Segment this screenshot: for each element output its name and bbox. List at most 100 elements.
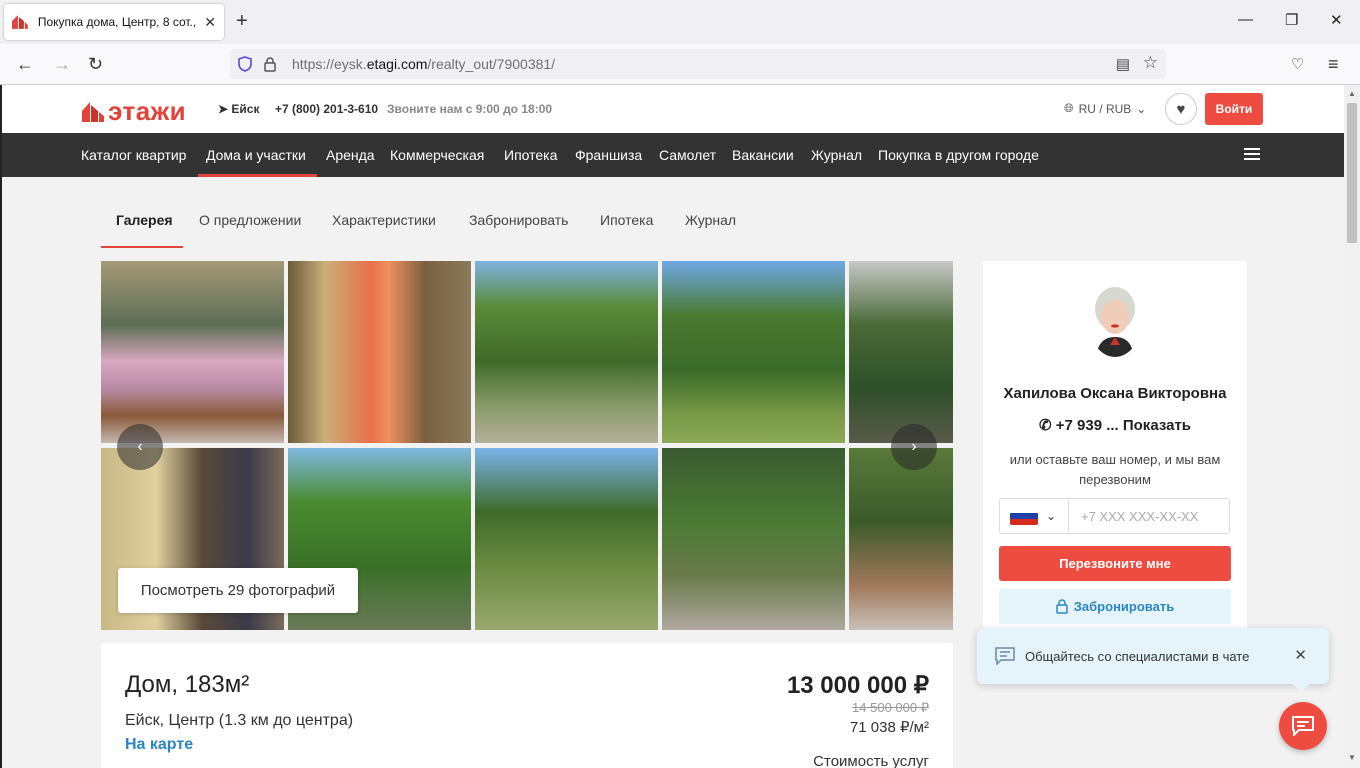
nav-samolet[interactable]: Самолет [659, 147, 716, 163]
gallery-photo-garden[interactable] [662, 261, 845, 443]
phone-icon: ✆ [1038, 417, 1052, 434]
services-cost-link[interactable]: Стоимость услуг [813, 753, 929, 768]
callback-phone-field[interactable] [1069, 499, 1219, 533]
agent-phone-reveal[interactable]: ✆ +7 939 ... Показать [983, 416, 1247, 434]
callback-phone-input-group: ⌄ [999, 498, 1230, 534]
listing-title: Дом, 183м² [125, 671, 250, 698]
reload-icon[interactable]: ↻ [88, 54, 103, 75]
gallery-photo-bedroom[interactable] [101, 261, 284, 443]
globe-icon: 🌐︎ [1064, 101, 1074, 115]
etagi-favicon-icon [12, 15, 28, 29]
minimize-icon[interactable]: — [1238, 11, 1253, 28]
nav-catalog[interactable]: Каталог квартир [81, 147, 186, 163]
listing-address: Ейск, Центр (1.3 км до центра) [125, 712, 354, 729]
callback-button[interactable]: Перезвоните мне [999, 546, 1231, 581]
nav-houses[interactable]: Дома и участки [206, 147, 306, 163]
chat-open-button[interactable] [1279, 702, 1327, 750]
gallery-photo-yard-swing[interactable] [475, 261, 658, 443]
shield-icon [238, 56, 252, 72]
browser-toolbar: ← → ↻ https://eysk.etagi.com/realty_out/… [0, 44, 1360, 85]
language-currency-selector[interactable]: 🌐︎ RU / RUB ⌄ [1064, 101, 1146, 116]
tab-close-icon[interactable]: ✕ [204, 14, 216, 31]
page-viewport: этажи ➤ Ейск +7 (800) 201-3-610 Звоните … [0, 85, 1344, 768]
gallery-next-button[interactable]: › [891, 424, 937, 470]
price-per-sqm: 71 038 ₽/м² [849, 719, 929, 736]
heart-icon: ♥ [1176, 100, 1186, 118]
chevron-down-icon: ⌄ [1136, 101, 1147, 116]
page-scrollbar[interactable]: ▲ ▼ [1344, 85, 1360, 768]
site-logo[interactable]: этажи [82, 96, 186, 127]
tab-gallery[interactable]: Галерея [116, 212, 173, 228]
scroll-down-icon[interactable]: ▼ [1348, 753, 1356, 762]
address-bar[interactable]: https://eysk.etagi.com/realty_out/790038… [230, 49, 1166, 79]
reader-view-icon[interactable]: ▤ [1116, 55, 1130, 73]
close-icon[interactable]: ✕ [1294, 646, 1307, 664]
browser-tab[interactable]: Покупка дома, Центр, 8 сот., 1 ✕ [4, 4, 224, 40]
working-hours: Звоните нам с 9:00 до 18:00 [387, 102, 553, 116]
tab-title: Покупка дома, Центр, 8 сот., 1 [37, 15, 199, 29]
login-button[interactable]: Войти [1205, 93, 1263, 125]
lock-icon [1056, 599, 1068, 614]
view-all-photos-button[interactable]: Посмотреть 29 фотографий [118, 568, 358, 613]
tab-journal[interactable]: Журнал [685, 212, 736, 228]
scroll-up-icon[interactable]: ▲ [1348, 89, 1356, 98]
new-tab-icon[interactable]: + [236, 10, 248, 33]
main-navigation: Каталог квартир Дома и участки Аренда Ко… [2, 133, 1344, 177]
hamburger-menu-icon[interactable] [1244, 148, 1260, 163]
site-header: этажи ➤ Ейск +7 (800) 201-3-610 Звоните … [2, 85, 1344, 133]
bookmark-star-icon[interactable]: ☆ [1143, 53, 1158, 73]
subtab-active-indicator [101, 246, 183, 248]
favorites-button[interactable]: ♥ [1165, 93, 1197, 125]
chat-invite-popup[interactable]: Общайтесь со специалистами в чате ✕ [977, 628, 1329, 693]
country-code-select[interactable]: ⌄ [1000, 499, 1069, 533]
gallery-prev-button[interactable]: ‹ [117, 424, 163, 470]
book-button[interactable]: Забронировать [999, 589, 1231, 624]
agent-card: Хапилова Оксана Викторовна ✆ +7 939 ... … [983, 261, 1247, 641]
listing-price: 13 000 000 ₽ [786, 672, 929, 699]
tab-characteristics[interactable]: Характеристики [332, 212, 436, 228]
city-selector[interactable]: ➤ Ейск [218, 102, 259, 116]
chevron-right-icon: › [911, 438, 917, 455]
maximize-icon[interactable]: ❐ [1285, 11, 1298, 29]
nav-franchise[interactable]: Франшиза [575, 147, 642, 163]
nav-vacancies[interactable]: Вакансии [732, 147, 794, 163]
nav-journal[interactable]: Журнал [811, 147, 862, 163]
popup-tail [1292, 675, 1310, 693]
lock-icon [264, 56, 276, 72]
scrollbar-thumb[interactable] [1347, 103, 1357, 243]
tab-about[interactable]: О предложении [199, 212, 301, 228]
gallery-photo-tree[interactable] [475, 448, 658, 630]
gallery-photo-house-ivy[interactable] [662, 448, 845, 630]
etagi-logo-icon [82, 101, 104, 122]
map-link[interactable]: На карте [125, 736, 193, 754]
chat-bubble-icon [995, 647, 1015, 665]
pocket-icon[interactable]: ♡ [1291, 55, 1304, 73]
callback-hint: или оставьте ваш номер, и мы вам перезво… [1009, 452, 1221, 487]
agent-name: Хапилова Оксана Викторовна [1003, 385, 1227, 402]
gallery-photo-steps[interactable] [849, 448, 953, 630]
url-text: https://eysk.etagi.com/realty_out/790038… [292, 56, 556, 72]
gallery-photo-ivy[interactable] [849, 261, 953, 443]
forward-icon[interactable]: → [53, 54, 71, 75]
nav-active-indicator [198, 174, 317, 177]
chat-icon [1292, 716, 1314, 736]
nav-other-city[interactable]: Покупка в другом городе [878, 147, 1039, 163]
nav-rent[interactable]: Аренда [326, 147, 375, 163]
chat-popup-text: Общайтесь со специалистами в чате [1025, 648, 1250, 664]
gallery-photo-dining[interactable] [288, 261, 471, 443]
nav-mortgage[interactable]: Ипотека [504, 147, 557, 163]
nav-commercial[interactable]: Коммерческая [390, 147, 484, 163]
chevron-down-icon: ⌄ [1046, 509, 1057, 523]
chevron-left-icon: ‹ [137, 438, 143, 455]
russia-flag-icon [1010, 507, 1038, 525]
listing-old-price: 14 500 000 ₽ [852, 700, 929, 715]
tab-mortgage[interactable]: Ипотека [600, 212, 653, 228]
agent-avatar [1088, 283, 1142, 357]
listing-info-card: Дом, 183м² Ейск, Центр (1.3 км до центра… [101, 643, 953, 768]
tab-book[interactable]: Забронировать [469, 212, 568, 228]
back-icon[interactable]: ← [16, 54, 34, 75]
header-phone[interactable]: +7 (800) 201-3-610 [275, 102, 378, 116]
close-window-icon[interactable]: ✕ [1330, 11, 1343, 29]
location-arrow-icon: ➤ [218, 102, 229, 116]
app-menu-icon[interactable]: ≡ [1328, 54, 1339, 75]
